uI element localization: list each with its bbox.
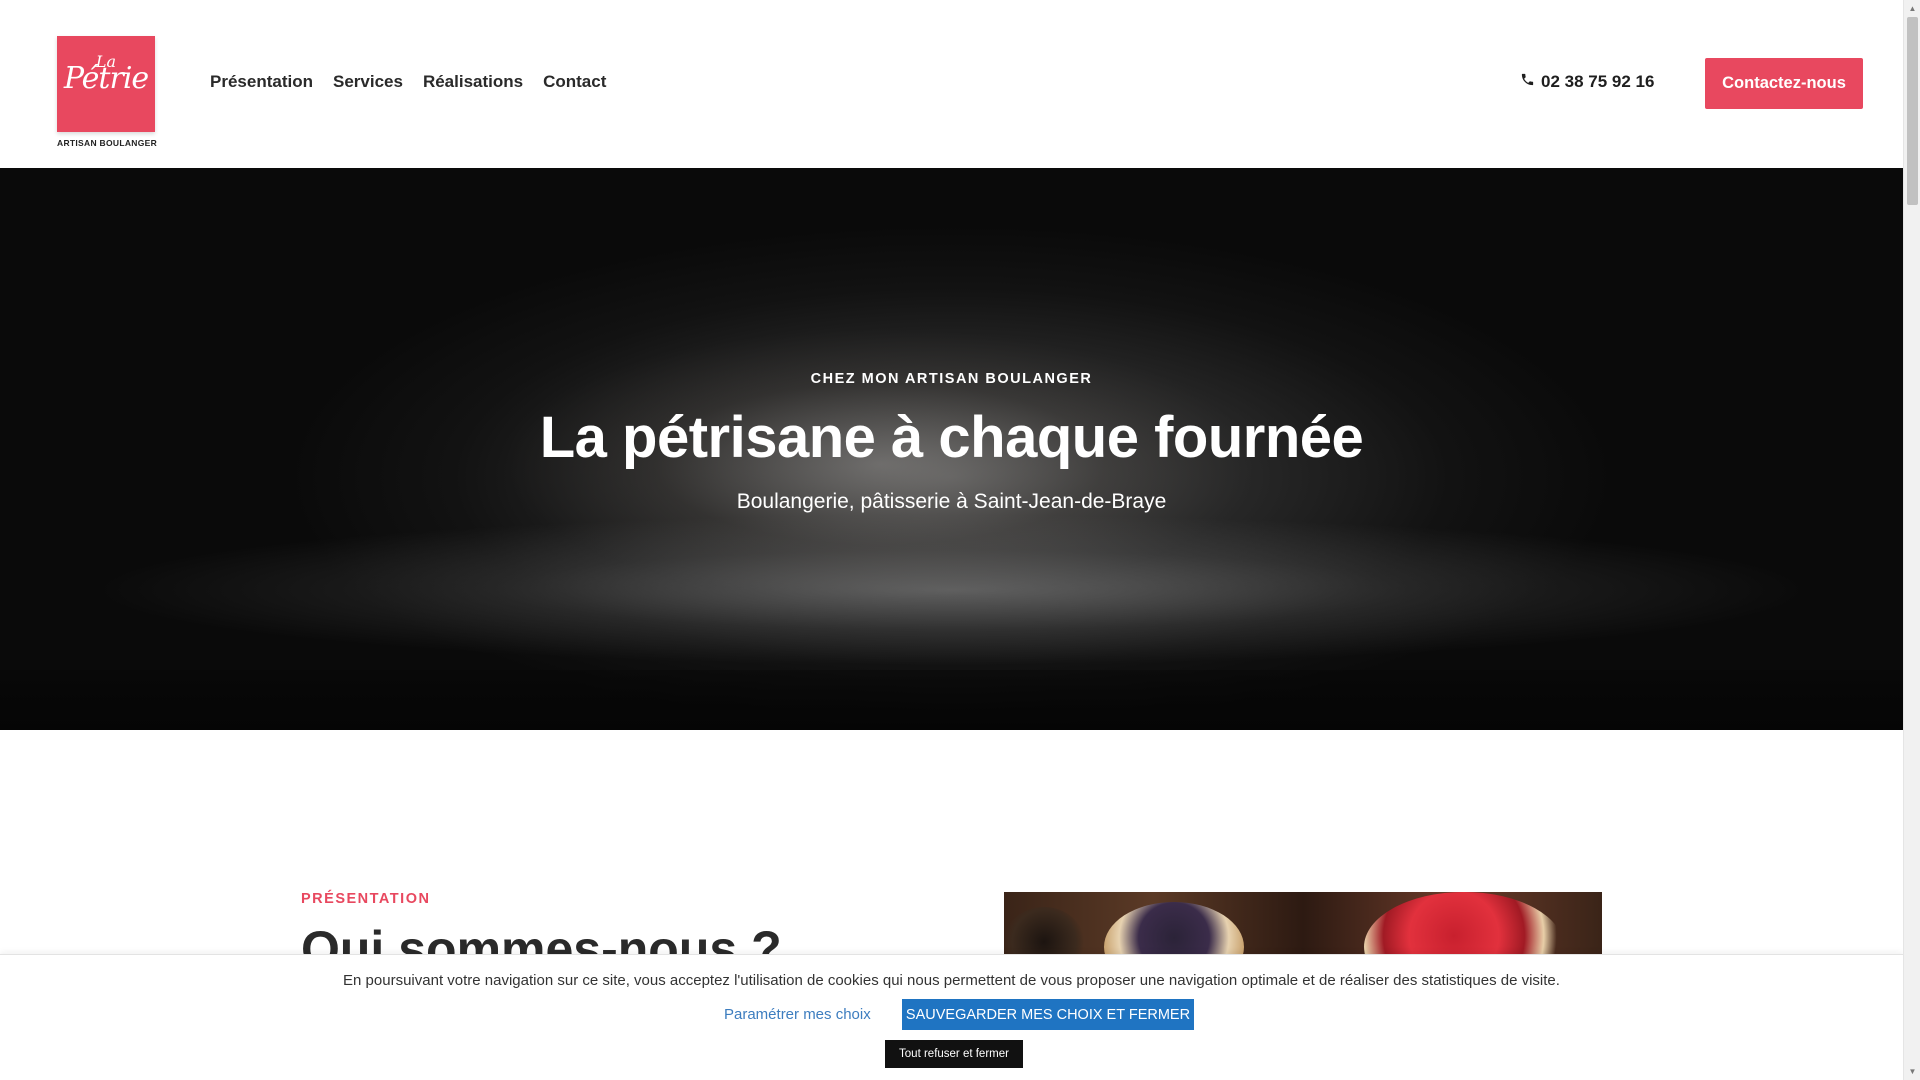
- cookie-settings-link[interactable]: Paramétrer mes choix: [724, 1006, 871, 1023]
- main-nav: Présentation Services Réalisations Conta…: [210, 72, 606, 92]
- cookie-refuse-button[interactable]: Tout refuser et fermer: [885, 1040, 1023, 1068]
- nav-item-contact[interactable]: Contact: [543, 72, 606, 92]
- hero-bottom-shade: [0, 670, 1903, 730]
- nav-item-presentation[interactable]: Présentation: [210, 72, 313, 92]
- nav-item-services[interactable]: Services: [333, 72, 403, 92]
- scroll-down-arrow-icon[interactable]: ▼: [1904, 1063, 1920, 1080]
- hero-subtitle: Boulangerie, pâtisserie à Saint-Jean-de-…: [736, 490, 1167, 513]
- logo-main-text: Pétrie: [63, 61, 149, 96]
- scroll-up-arrow-icon[interactable]: ▲: [1904, 0, 1920, 17]
- hero-banner: CHEZ MON ARTISAN BOULANGER La pétrisane …: [0, 168, 1903, 730]
- page-scrollbar[interactable]: ▲ ▼: [1903, 0, 1920, 1080]
- phone-link[interactable]: 02 38 75 92 16: [1520, 72, 1654, 92]
- cookie-message: En poursuivant votre navigation sur ce s…: [343, 972, 1560, 989]
- contact-us-button[interactable]: Contactez-nous: [1705, 58, 1863, 109]
- cookie-save-button[interactable]: SAUVEGARDER MES CHOIX ET FERMER: [902, 999, 1194, 1030]
- hero-title: La pétrisane à chaque fournée: [539, 405, 1364, 470]
- logo-badge: La Pétrie: [57, 36, 155, 132]
- scrollbar-thumb[interactable]: [1907, 17, 1918, 205]
- cookie-banner: En poursuivant votre navigation sur ce s…: [0, 954, 1903, 1080]
- phone-number: 02 38 75 92 16: [1541, 72, 1655, 91]
- nav-item-realisations[interactable]: Réalisations: [423, 72, 523, 92]
- logo[interactable]: La Pétrie ARTISAN BOULANGER: [57, 36, 158, 148]
- site-header: La Pétrie ARTISAN BOULANGER Présentation…: [0, 0, 1903, 168]
- hero-kicker: CHEZ MON ARTISAN BOULANGER: [810, 371, 1093, 387]
- phone-icon: [1520, 72, 1535, 92]
- logo-subtitle: ARTISAN BOULANGER: [57, 138, 158, 148]
- presentation-kicker: PRÉSENTATION: [301, 891, 431, 907]
